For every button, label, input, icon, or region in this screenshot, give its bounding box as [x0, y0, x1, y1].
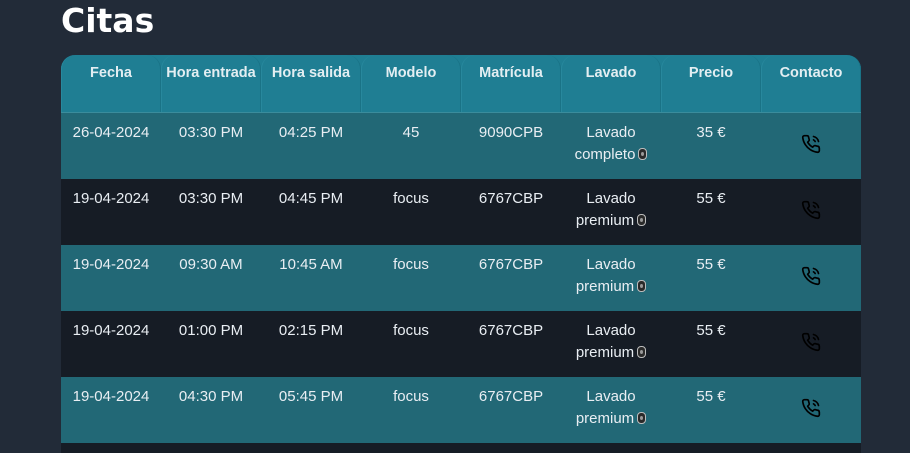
- cell-precio: 35 €: [696, 124, 726, 141]
- header-fecha: Fecha: [61, 55, 161, 112]
- cell-contacto: [761, 179, 861, 245]
- tire-icon: [637, 280, 647, 293]
- header-lavado: Lavado: [561, 55, 661, 112]
- cell-fecha: 19-04-2024: [72, 388, 150, 405]
- cell-precio: 55 €: [696, 190, 726, 207]
- cell-lavado: Lavado completo: [561, 113, 661, 179]
- cell-hora-salida: 04:25 PM: [278, 124, 344, 141]
- table-row: 19-04-2024 03:30 PM 04:45 PM focus 6767C…: [61, 179, 861, 245]
- citas-page: Citas Fecha Hora entrada Hora salida Mod…: [0, 0, 910, 453]
- header-modelo: Modelo: [361, 55, 461, 112]
- cell-modelo: 45: [402, 124, 420, 141]
- table-row: 19-04-2024 01:00 PM 02:15 PM focus 6767C…: [61, 311, 861, 377]
- citas-table: Fecha Hora entrada Hora salida Modelo Ma…: [61, 55, 861, 443]
- table-row-partial: [61, 443, 861, 453]
- phone-call-icon[interactable]: [801, 200, 821, 220]
- cell-precio: 55 €: [696, 322, 726, 339]
- cell-matricula: 6767CBP: [478, 322, 544, 339]
- cell-matricula: 6767CBP: [478, 256, 544, 273]
- cell-precio: 55 €: [696, 256, 726, 273]
- cell-contacto: [761, 311, 861, 377]
- cell-hora-entrada: 03:30 PM: [178, 124, 244, 141]
- tire-icon: [637, 412, 647, 425]
- cell-matricula: 6767CBP: [478, 190, 544, 207]
- cell-fecha: 19-04-2024: [72, 256, 150, 273]
- cell-hora-salida: 05:45 PM: [278, 388, 344, 405]
- table-row: 19-04-2024 04:30 PM 05:45 PM focus 6767C…: [61, 377, 861, 443]
- cell-hora-salida: 10:45 AM: [279, 256, 343, 273]
- cell-lavado: Lavado premium: [561, 377, 661, 443]
- cell-fecha: 19-04-2024: [72, 322, 150, 339]
- cell-hora-salida: 04:45 PM: [278, 190, 344, 207]
- cell-hora-entrada: 01:00 PM: [178, 322, 244, 339]
- cell-matricula: 6767CBP: [478, 388, 544, 405]
- tire-icon: [638, 148, 648, 161]
- table-row: 26-04-2024 03:30 PM 04:25 PM 45 9090CPB …: [61, 112, 861, 179]
- cell-matricula: 9090CPB: [478, 124, 544, 141]
- header-hora-salida: Hora salida: [261, 55, 361, 112]
- phone-call-icon[interactable]: [801, 134, 821, 154]
- lavado-label: Lavado premium: [575, 322, 636, 361]
- table-row: 19-04-2024 09:30 AM 10:45 AM focus 6767C…: [61, 245, 861, 311]
- phone-call-icon[interactable]: [801, 332, 821, 352]
- cell-contacto: [761, 113, 861, 179]
- cell-hora-entrada: 09:30 AM: [179, 256, 243, 273]
- phone-call-icon[interactable]: [801, 398, 821, 418]
- cell-modelo: focus: [393, 322, 429, 339]
- lavado-label: Lavado premium: [575, 388, 636, 427]
- cell-lavado: Lavado premium: [561, 245, 661, 311]
- header-matricula: Matrícula: [461, 55, 561, 112]
- lavado-label: Lavado premium: [575, 256, 636, 295]
- phone-call-icon[interactable]: [801, 266, 821, 286]
- header-hora-entrada: Hora entrada: [161, 55, 261, 112]
- cell-precio: 55 €: [696, 388, 726, 405]
- cell-hora-entrada: 03:30 PM: [178, 190, 244, 207]
- cell-hora-salida: 02:15 PM: [278, 322, 344, 339]
- table-header: Fecha Hora entrada Hora salida Modelo Ma…: [61, 55, 861, 112]
- tire-icon: [637, 214, 647, 227]
- cell-lavado: Lavado premium: [561, 179, 661, 245]
- cell-hora-entrada: 04:30 PM: [178, 388, 244, 405]
- lavado-label: Lavado completo: [574, 124, 636, 163]
- cell-contacto: [761, 377, 861, 443]
- cell-fecha: 19-04-2024: [72, 190, 150, 207]
- cell-modelo: focus: [393, 190, 429, 207]
- cell-fecha: 26-04-2024: [72, 124, 150, 141]
- header-precio: Precio: [661, 55, 761, 112]
- cell-modelo: focus: [393, 256, 429, 273]
- cell-modelo: focus: [393, 388, 429, 405]
- cell-contacto: [761, 245, 861, 311]
- tire-icon: [637, 346, 647, 359]
- header-contacto: Contacto: [761, 55, 861, 112]
- page-title: Citas: [61, 1, 155, 40]
- cell-lavado: Lavado premium: [561, 311, 661, 377]
- lavado-label: Lavado premium: [575, 190, 636, 229]
